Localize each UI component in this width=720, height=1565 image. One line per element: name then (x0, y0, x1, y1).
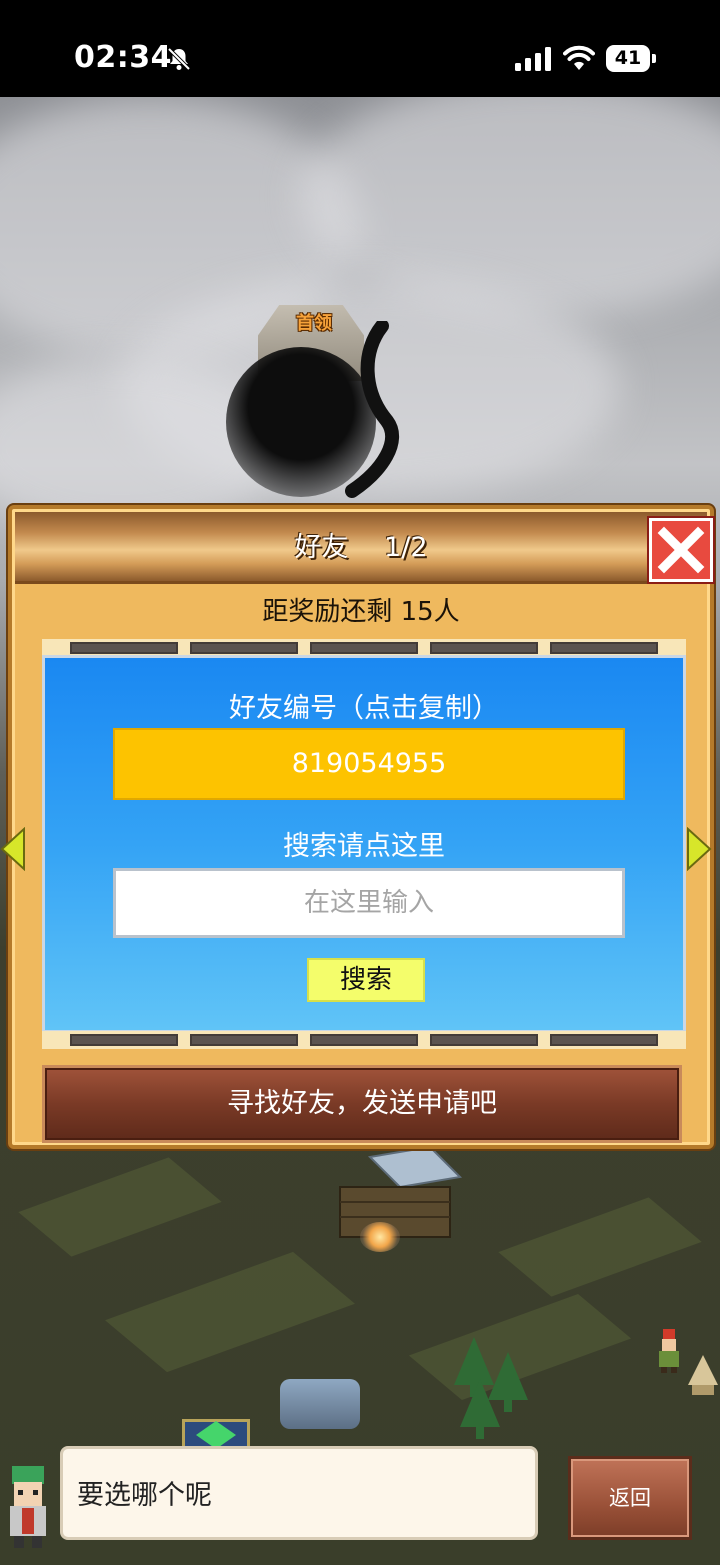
reward-remaining-text: 距奖励还剩 15人 (262, 597, 460, 627)
dialog-title: 好友 1/2 (294, 532, 428, 563)
friend-search-input[interactable] (113, 868, 625, 938)
battery-level: 41 (614, 47, 642, 69)
status-bar: 02:34 41 (0, 0, 720, 97)
npc-sprite[interactable] (688, 1355, 718, 1399)
back-button[interactable]: 返回 (568, 1456, 692, 1540)
signal-icon (515, 47, 551, 71)
campfire (360, 1222, 400, 1252)
character-avatar (10, 1466, 46, 1548)
divider-bottom (42, 1031, 686, 1049)
find-friends-button[interactable]: 寻找好友，发送申请吧 (42, 1065, 682, 1143)
fountain[interactable] (280, 1379, 360, 1429)
dialog-header: 好友 1/2 (15, 512, 713, 584)
speech-text: 要选哪个呢 (77, 1480, 212, 1511)
npc-sprite[interactable] (654, 1329, 684, 1373)
friend-id-label: 好友编号（点击复制） (229, 693, 499, 724)
friend-id-field[interactable]: 819054955 (113, 728, 625, 800)
boss-label: 首领 (296, 313, 332, 334)
wifi-icon (563, 45, 595, 70)
arrow-right-icon[interactable] (686, 827, 712, 871)
friends-dialog: 好友 1/2 距奖励还剩 15人 好友编号（点击复制） 819054955 搜索… (0, 505, 714, 1149)
battery-icon: 41 (606, 45, 656, 72)
bell-slash-icon (167, 47, 191, 71)
friend-search-box: 好友编号（点击复制） 819054955 搜索请点这里 搜索 (42, 655, 686, 1033)
status-time: 02:34 (74, 40, 172, 75)
search-button[interactable]: 搜索 (307, 958, 425, 1002)
speech-bubble: 要选哪个呢 (60, 1446, 538, 1540)
boss-tail (345, 321, 399, 498)
arrow-left-icon[interactable] (0, 827, 26, 871)
close-button[interactable] (649, 518, 713, 582)
close-icon (657, 526, 705, 574)
search-hint-label[interactable]: 搜索请点这里 (45, 824, 683, 863)
